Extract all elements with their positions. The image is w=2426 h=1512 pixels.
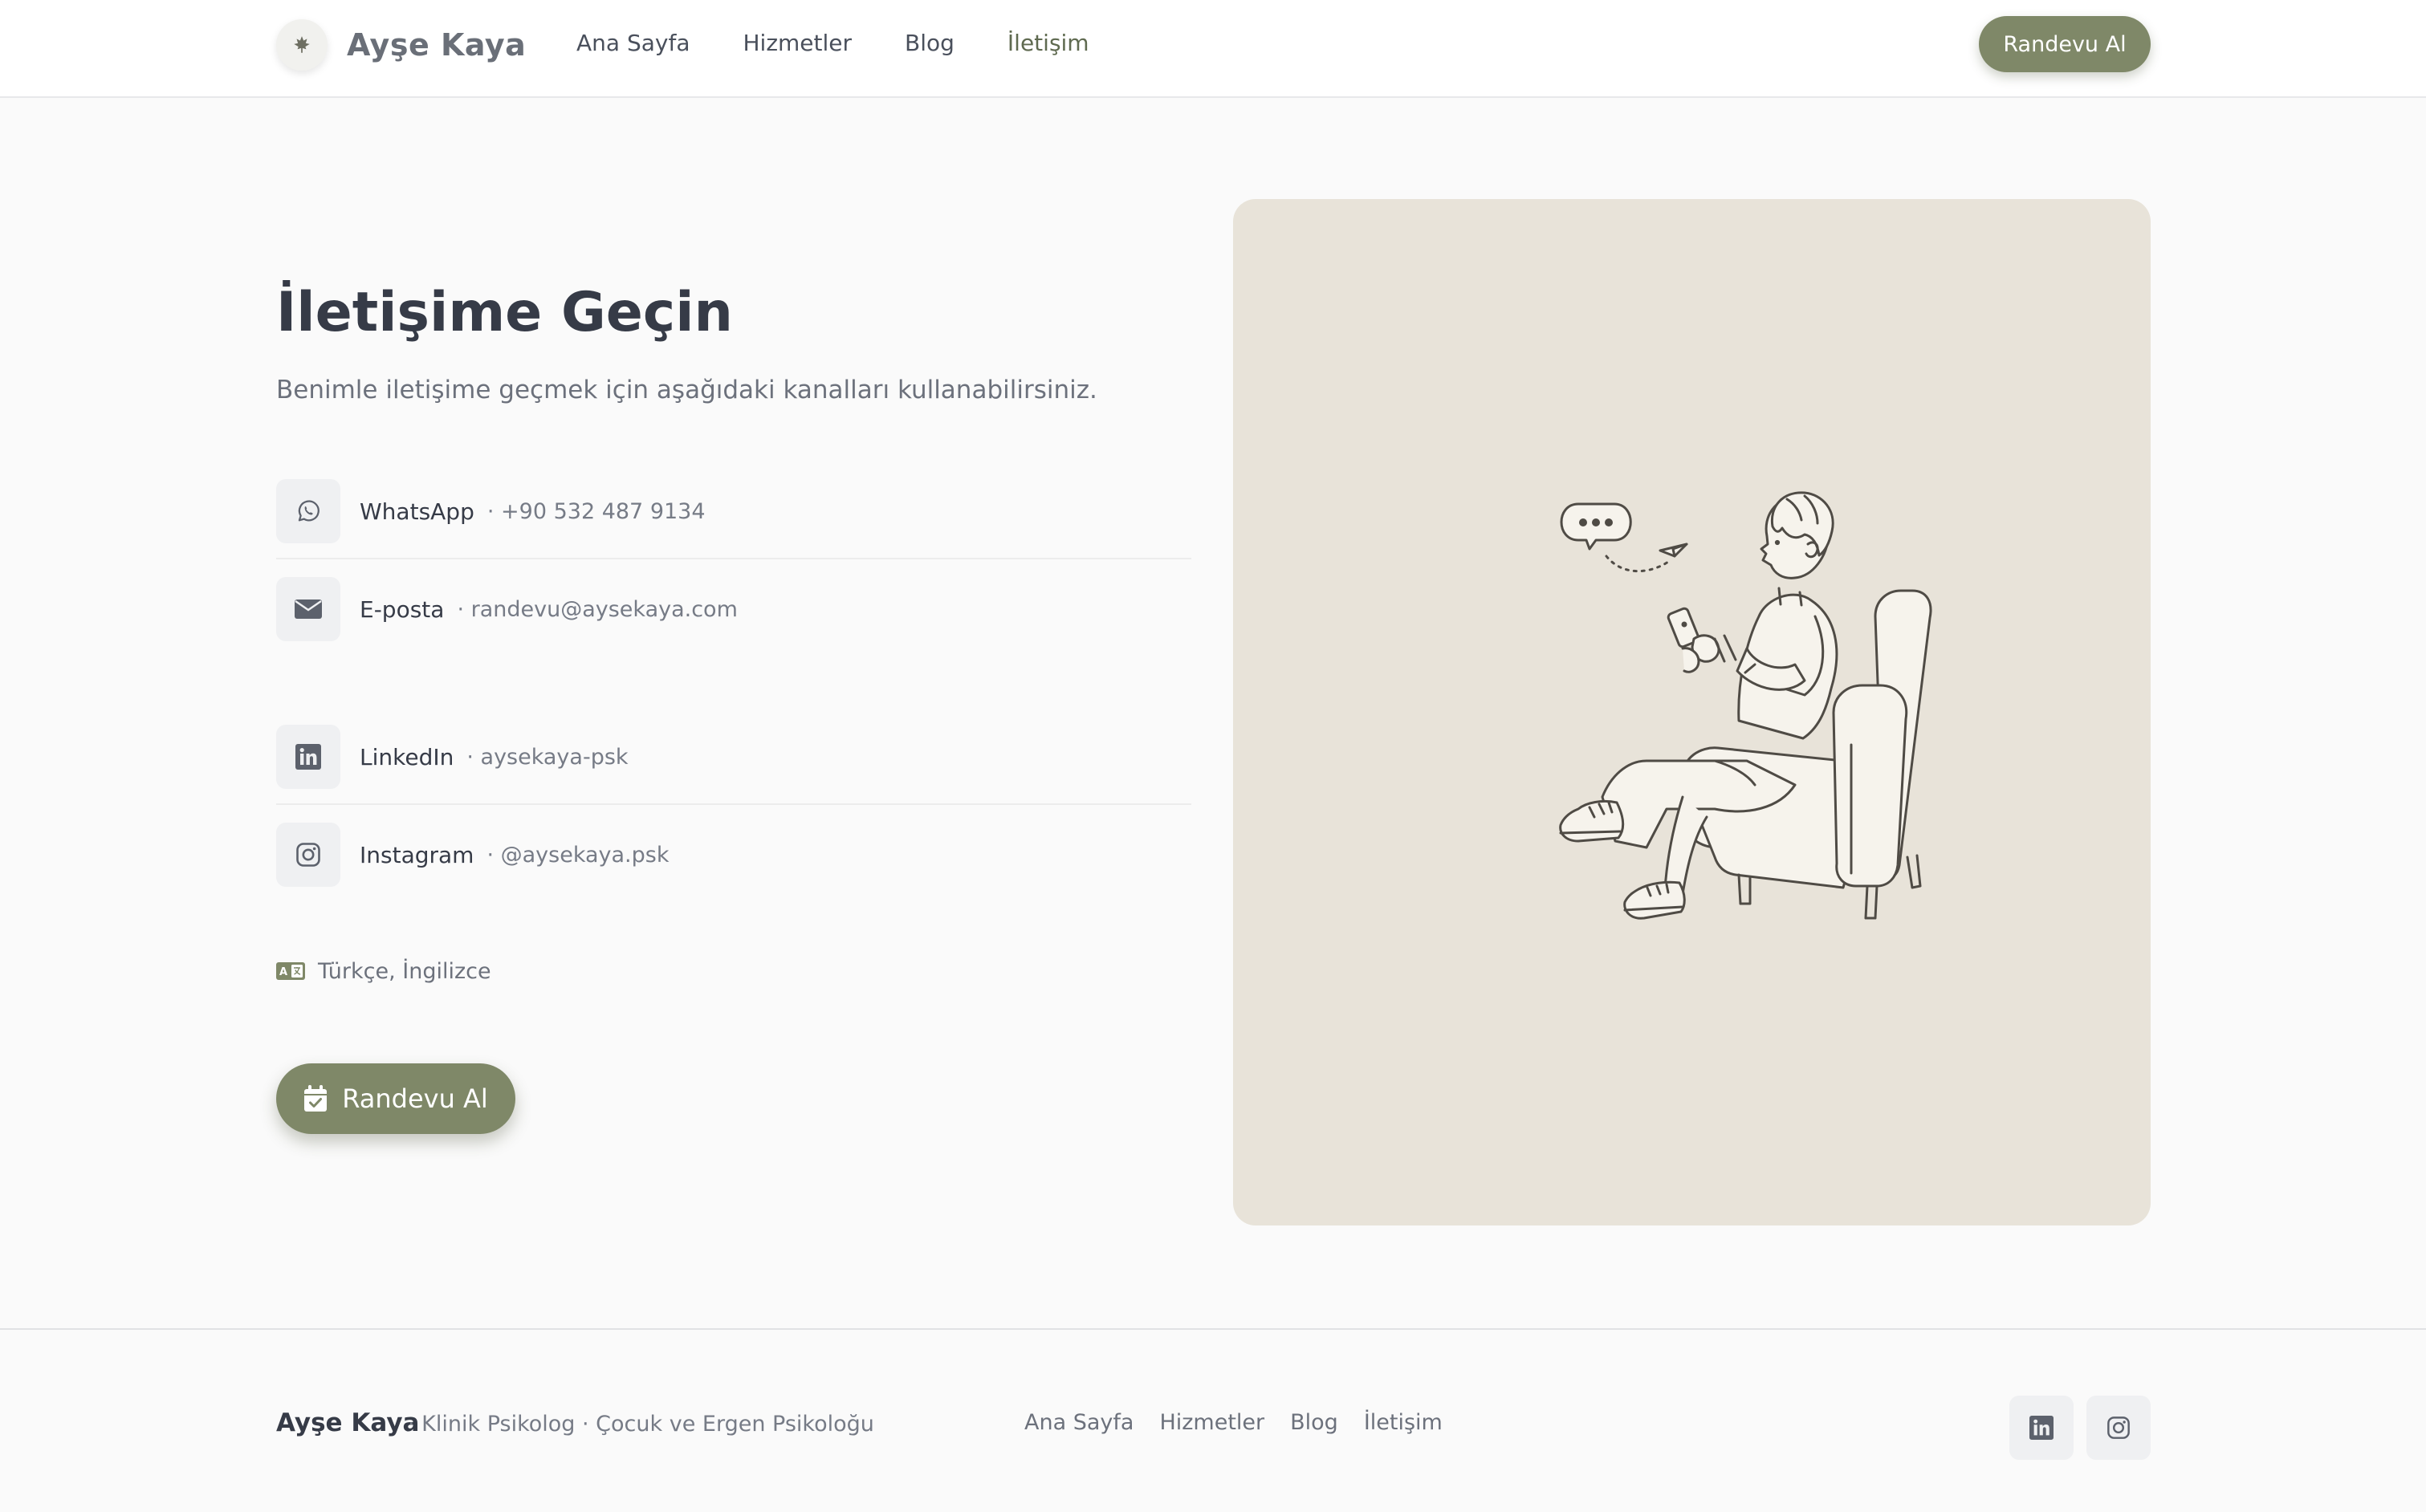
leaf-icon — [276, 19, 328, 71]
nav-item-contact[interactable]: İletişim — [1007, 27, 1089, 59]
contact-value: · randevu@aysekaya.com — [457, 596, 738, 622]
footer-linkedin-button[interactable] — [2009, 1396, 2074, 1460]
brand-logo-link[interactable]: Ayşe Kaya — [276, 18, 526, 72]
header-appointment-button[interactable]: Randevu Al — [1979, 16, 2151, 72]
footer-nav-item-blog[interactable]: Blog — [1290, 1410, 1338, 1435]
page-subtitle: Benimle iletişime geçmek için aşağıdaki … — [276, 376, 1097, 404]
footer-instagram-button[interactable] — [2086, 1396, 2151, 1460]
whatsapp-icon — [276, 479, 340, 543]
appointment-button[interactable]: Randevu Al — [276, 1063, 515, 1134]
footer-nav: Ana Sayfa Hizmetler Blog İletişim — [1024, 1410, 1468, 1435]
contact-page: Ayşe Kaya Ana Sayfa Hizmetler Blog İleti… — [0, 0, 2426, 1512]
appointment-button-label: Randevu Al — [342, 1083, 488, 1114]
site-footer: Ayşe Kaya · Klinik Psikolog · Çocuk ve E… — [0, 1328, 2426, 1512]
contact-linkedin[interactable]: LinkedIn · aysekaya-psk — [276, 725, 1191, 805]
svg-text:A: A — [279, 966, 287, 978]
contact-value: · @aysekaya.psk — [486, 842, 670, 868]
instagram-icon — [2107, 1416, 2130, 1439]
contact-label: Instagram — [360, 841, 474, 868]
main-nav: Ana Sayfa Hizmetler Blog İletişim — [576, 27, 1142, 59]
nav-item-home[interactable]: Ana Sayfa — [576, 27, 690, 59]
footer-nav-item-contact[interactable]: İletişim — [1364, 1410, 1443, 1435]
page-title: İletişime Geçin — [276, 281, 733, 344]
instagram-icon — [276, 823, 340, 887]
contact-label: E-posta — [360, 595, 445, 623]
footer-tagline: · Klinik Psikolog · Çocuk ve Ergen Psiko… — [408, 1412, 874, 1437]
linkedin-icon — [2029, 1416, 2054, 1440]
languages-text: Türkçe, İngilizce — [318, 958, 491, 984]
footer-brand: Ayşe Kaya — [276, 1408, 420, 1437]
contact-label: LinkedIn — [360, 743, 454, 770]
brand-name: Ayşe Kaya — [347, 27, 527, 63]
nav-item-blog[interactable]: Blog — [905, 27, 955, 59]
person-in-armchair-illustration — [1559, 491, 1932, 920]
translate-icon: A — [276, 962, 305, 980]
calendar-check-icon — [304, 1085, 328, 1112]
languages-info: A Türkçe, İngilizce — [276, 955, 491, 987]
nav-item-services[interactable]: Hizmetler — [743, 27, 852, 59]
footer-nav-item-services[interactable]: Hizmetler — [1159, 1410, 1264, 1435]
contact-email[interactable]: E-posta · randevu@aysekaya.com — [276, 577, 1191, 641]
contact-whatsapp[interactable]: WhatsApp · +90 532 487 9134 — [276, 479, 1191, 559]
contact-value: · aysekaya-psk — [466, 744, 629, 770]
speech-bubble-icon — [1560, 502, 1632, 551]
contact-value: · +90 532 487 9134 — [486, 498, 706, 524]
illustration-panel — [1233, 199, 2151, 1225]
email-icon — [276, 577, 340, 641]
contact-label: WhatsApp — [360, 498, 474, 525]
footer-nav-item-home[interactable]: Ana Sayfa — [1024, 1410, 1134, 1435]
linkedin-icon — [276, 725, 340, 789]
contact-instagram[interactable]: Instagram · @aysekaya.psk — [276, 823, 1191, 887]
site-header: Ayşe Kaya Ana Sayfa Hizmetler Blog İleti… — [0, 0, 2426, 98]
